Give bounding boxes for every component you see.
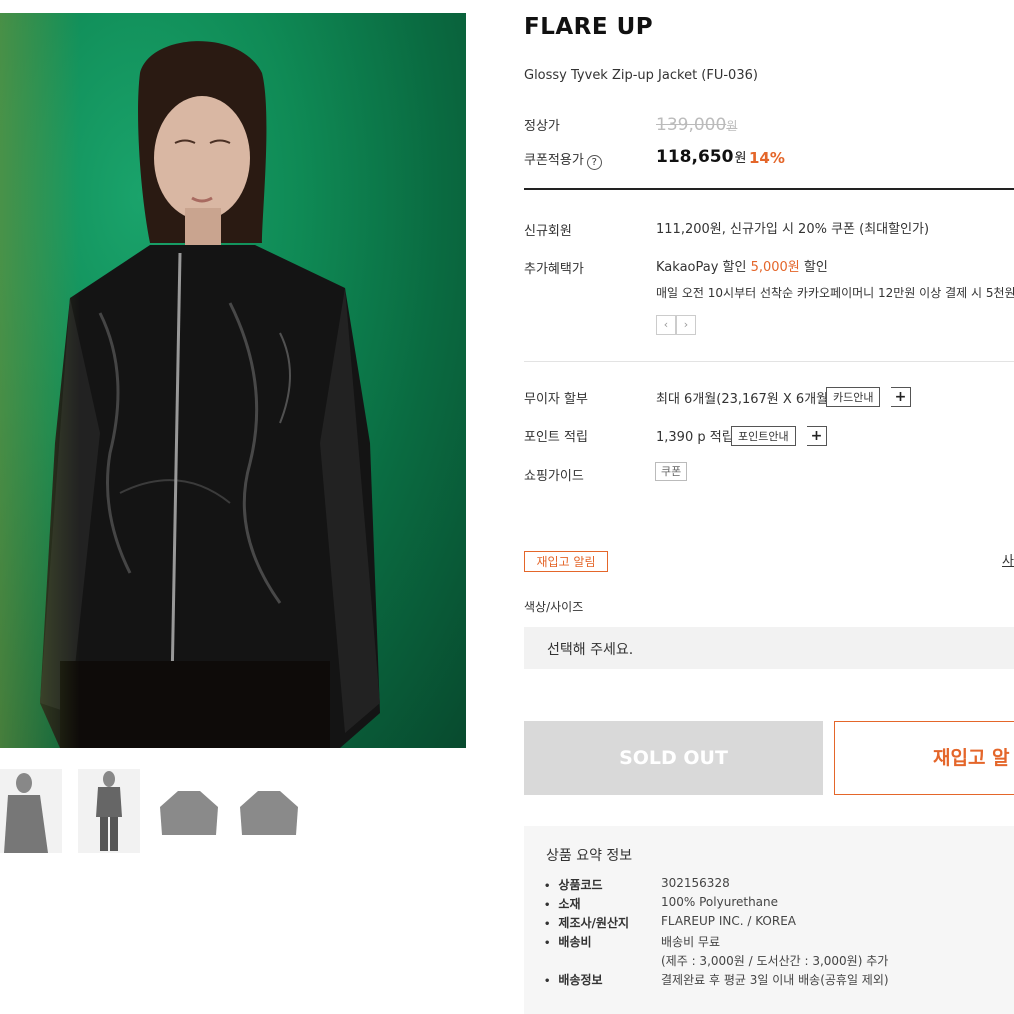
kakaopay-discount: KakaoPay 할인 5,000원 할인: [656, 260, 828, 275]
card-info-plus-icon[interactable]: +: [891, 387, 911, 407]
installment-value: 최대 6개월(23,167원 X 6개월): [656, 392, 834, 407]
prev-button[interactable]: ‹: [656, 315, 676, 335]
product-name: Glossy Tyvek Zip-up Jacket (FU-036): [524, 68, 758, 83]
next-button[interactable]: ›: [676, 315, 696, 335]
thumbnail-1[interactable]: [0, 769, 62, 853]
regular-price: 139,000원: [656, 115, 738, 135]
new-member-label: 신규회원: [524, 224, 572, 239]
option-select[interactable]: 선택해 주세요.: [524, 627, 1014, 669]
thumbnail-2[interactable]: [78, 769, 140, 853]
divider: [524, 361, 1014, 362]
points-value: 1,390 p 적립: [656, 430, 734, 445]
product-summary-panel: 상품 요약 정보 상품코드302156328 소재100% Polyuretha…: [524, 826, 1014, 1014]
summary-title: 상품 요약 정보: [546, 848, 633, 864]
help-icon[interactable]: ?: [586, 155, 602, 170]
option-label: 색상/사이즈: [524, 600, 584, 614]
option-select-placeholder: 선택해 주세요.: [547, 642, 634, 658]
coupon-price-label: 쿠폰적용가?: [524, 149, 602, 170]
card-info-button[interactable]: 카드안내: [826, 387, 881, 407]
points-label: 포인트 적립: [524, 430, 588, 445]
coupon-tag[interactable]: 쿠폰: [655, 462, 688, 481]
sold-out-button[interactable]: SOLD OUT: [524, 721, 823, 795]
thumbnail-4[interactable]: [238, 769, 300, 853]
points-info-button[interactable]: 포인트안내: [731, 426, 796, 446]
installment-label: 무이자 할부: [524, 392, 588, 407]
main-product-image: [0, 13, 466, 748]
kakaopay-detail: 매일 오전 10시부터 선착순 카카오페이머니 12만원 이상 결제 시 5천원: [656, 286, 1014, 300]
regular-price-label: 정상가: [524, 119, 560, 134]
discount-rate: 14%: [749, 149, 785, 167]
points-info-plus-icon[interactable]: +: [807, 426, 827, 446]
shopping-guide-label: 쇼핑가이드: [524, 469, 584, 484]
thumbnail-3[interactable]: [158, 769, 220, 853]
restock-alert-badge[interactable]: 재입고 알림: [524, 551, 608, 572]
divider: [524, 188, 1014, 190]
brand-name: FLARE UP: [524, 14, 654, 40]
new-member-value: 111,200원, 신규가입 시 20% 쿠폰 (최대할인가): [656, 222, 930, 237]
extra-benefit-label: 추가혜택가: [524, 262, 584, 277]
restock-alert-button[interactable]: 재입고 알: [834, 721, 1014, 795]
coupon-price: 118,650원: [656, 147, 747, 167]
size-guide-link[interactable]: 사: [1002, 550, 1014, 569]
